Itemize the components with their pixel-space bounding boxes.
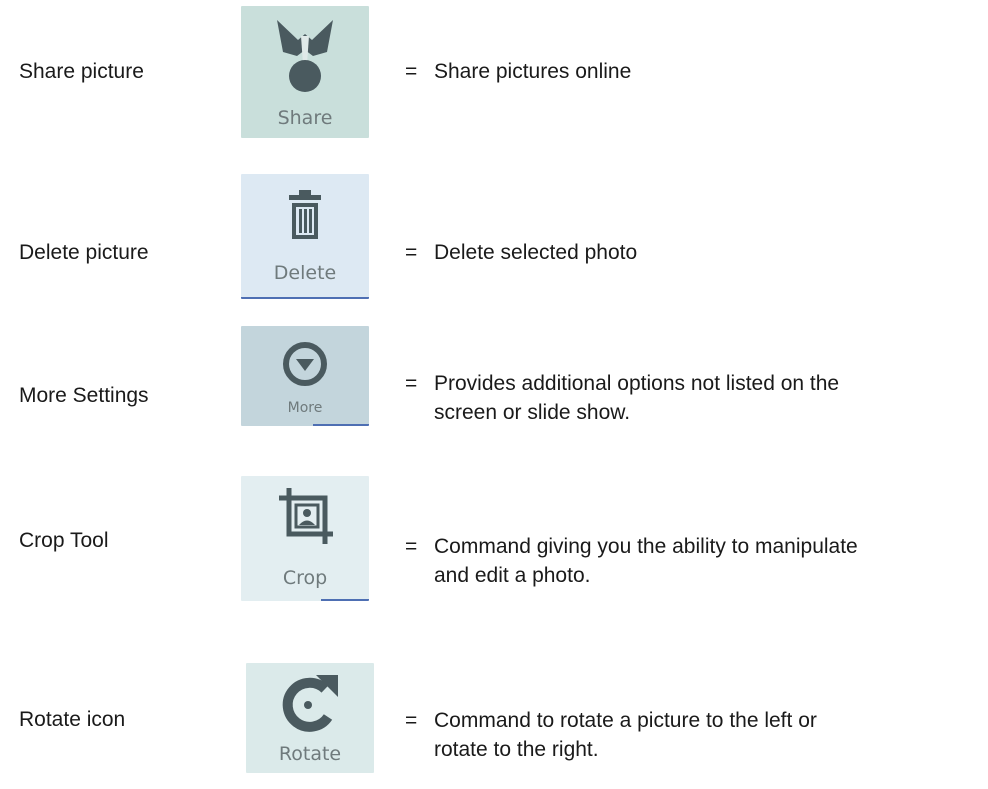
rotate-caption: Rotate <box>278 743 342 765</box>
rotate-tile[interactable]: Rotate <box>246 663 374 773</box>
tile-underline <box>241 297 369 299</box>
share-caption: Share <box>277 107 333 129</box>
crop-tile[interactable]: Crop <box>241 476 369 601</box>
equals-sign: = <box>405 372 418 395</box>
share-tile[interactable]: Share <box>241 6 369 138</box>
tile-underline <box>321 599 369 601</box>
crop-caption: Crop <box>282 567 328 589</box>
description-line: and edit a photo. <box>434 564 591 587</box>
equals-sign: = <box>405 241 418 264</box>
description-line: Provides additional options not listed o… <box>434 372 840 395</box>
description-line: screen or slide show. <box>434 401 631 424</box>
delete-tile[interactable]: Delete <box>241 174 369 299</box>
description-line: Command giving you the ability to manipu… <box>434 535 858 558</box>
more-tile[interactable]: More <box>241 326 369 426</box>
delete-label: Delete picture <box>19 241 149 264</box>
delete-caption: Delete <box>273 262 337 284</box>
description-line: Delete selected photo <box>434 241 638 264</box>
description-line: Command to rotate a picture to the left … <box>434 709 817 732</box>
crop-label: Crop Tool <box>19 529 109 552</box>
description-line: Share pictures online <box>434 60 632 83</box>
tile-underline <box>313 424 369 426</box>
equals-sign: = <box>405 535 418 558</box>
description-line: rotate to the right. <box>434 738 599 761</box>
rotate-label: Rotate icon <box>19 708 126 731</box>
equals-sign: = <box>405 709 418 732</box>
more-label: More Settings <box>19 384 149 407</box>
more-caption: More <box>287 400 323 416</box>
share-label: Share picture <box>19 60 144 83</box>
equals-sign: = <box>405 60 418 83</box>
